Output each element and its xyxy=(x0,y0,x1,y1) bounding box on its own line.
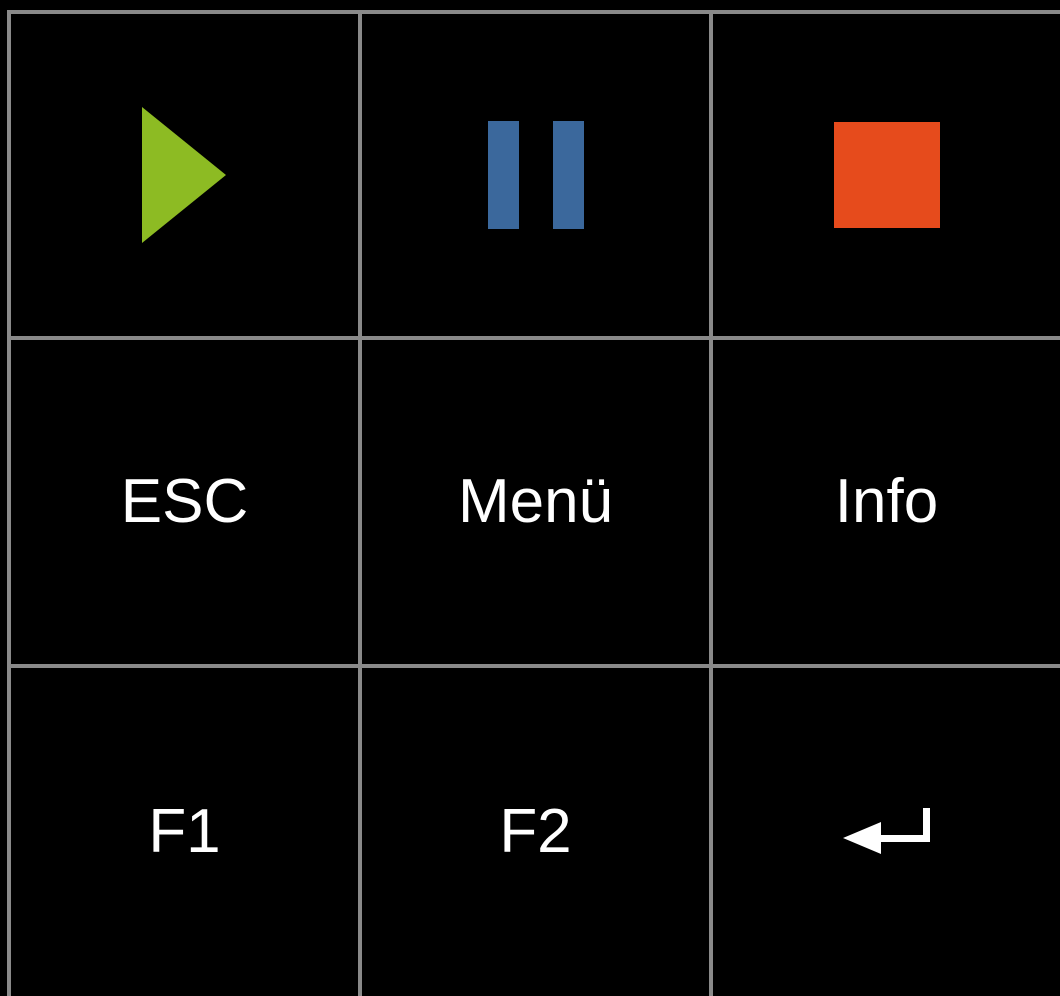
info-label: Info xyxy=(834,467,939,536)
esc-button[interactable]: ESC xyxy=(11,340,358,664)
enter-icon xyxy=(842,808,930,854)
esc-label: ESC xyxy=(120,467,249,536)
play-button[interactable] xyxy=(11,14,358,336)
f1-label: F1 xyxy=(148,797,221,866)
f2-label: F2 xyxy=(499,797,572,866)
f1-button[interactable]: F1 xyxy=(11,668,358,996)
enter-button[interactable] xyxy=(713,668,1060,996)
info-button[interactable]: Info xyxy=(713,340,1060,664)
menu-label: Menü xyxy=(457,467,614,536)
pause-button[interactable] xyxy=(362,14,709,336)
menu-button[interactable]: Menü xyxy=(362,340,709,664)
stop-icon xyxy=(833,122,940,228)
pause-icon xyxy=(487,121,584,229)
play-icon xyxy=(141,107,226,243)
keypad: ESC Menü Info F1 F2 xyxy=(0,0,1060,996)
stop-button[interactable] xyxy=(713,14,1060,336)
f2-button[interactable]: F2 xyxy=(362,668,709,996)
